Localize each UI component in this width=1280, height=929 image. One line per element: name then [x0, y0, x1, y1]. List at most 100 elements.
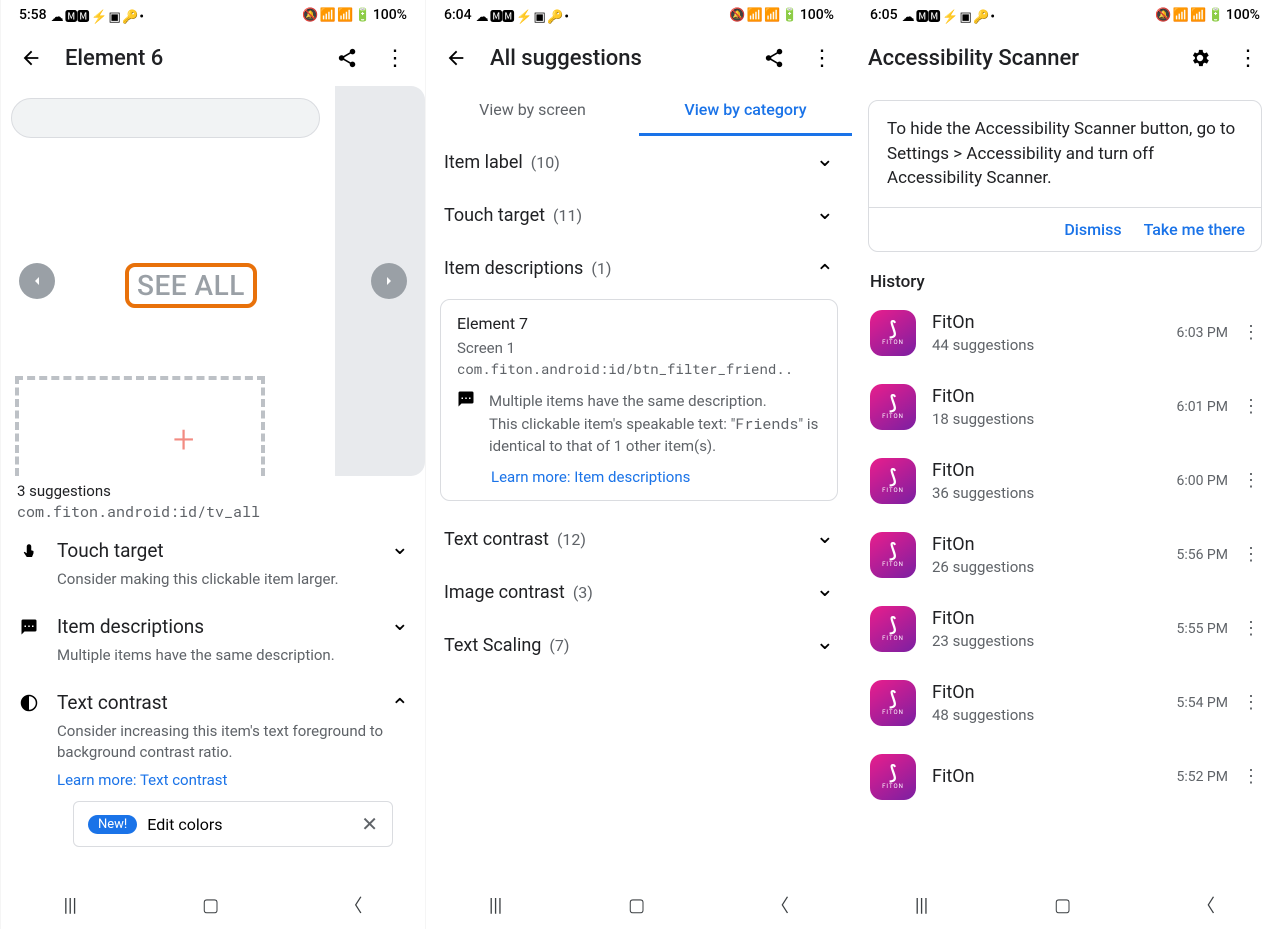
suggestion-detail-card[interactable]: Element 7 Screen 1 com.fiton.android:id/… — [440, 299, 838, 501]
element-title: Element 7 — [457, 314, 821, 333]
back-button[interactable]: 〈 — [1197, 892, 1215, 918]
category-count: (3) — [573, 583, 593, 602]
phone-scanner-home: 6:05 ☁ 🅼🅼 ⚡ ▣ 🔑 • 🔕 📶 📶 🔋 100% Accessibi… — [852, 0, 1278, 929]
battery-text: 100% — [1226, 7, 1260, 23]
recents-button[interactable]: ||| — [915, 895, 928, 916]
category-count: (11) — [553, 206, 582, 225]
history-time: 6:03 PM — [1176, 325, 1228, 341]
back-icon[interactable] — [442, 44, 470, 72]
edit-colors-label[interactable]: Edit colors — [147, 815, 351, 834]
share-icon[interactable] — [333, 44, 361, 72]
app-icon: ⟆FITON — [870, 458, 916, 504]
history-app-name: FitOn — [932, 766, 1176, 787]
battery-text: 100% — [373, 7, 407, 23]
category-name: Item label — [444, 152, 523, 173]
dismiss-button[interactable]: Dismiss — [1064, 220, 1121, 239]
history-sub: 26 suggestions — [932, 558, 1176, 576]
category-touch-target[interactable]: Touch target (11) — [426, 189, 852, 242]
category-image-contrast[interactable]: Image contrast (3) — [426, 566, 852, 619]
history-app-name: FitOn — [932, 386, 1176, 407]
home-button[interactable]: ▢ — [202, 895, 219, 916]
phone-element-detail: 5:58 ☁ 🅼🅼 ⚡ ▣ 🔑 • 🔕 📶 📶 🔋 100% Element 6… — [0, 0, 426, 929]
history-app-name: FitOn — [932, 312, 1176, 333]
status-time: 6:05 — [870, 7, 898, 23]
status-left-icons: ☁ 🅼🅼 ⚡ ▣ 🔑 • — [902, 6, 994, 25]
history-more-icon[interactable]: ⋮ — [1236, 544, 1266, 565]
element-meta: 3 suggestions com.fiton.android:id/tv_al… — [1, 476, 425, 524]
history-more-icon[interactable]: ⋮ — [1236, 766, 1266, 787]
history-more-icon[interactable]: ⋮ — [1236, 618, 1266, 639]
history-item[interactable]: ⟆FITON FitOn 48 suggestions5:54 PM ⋮ — [852, 666, 1278, 740]
history-item[interactable]: ⟆FITONFitOn26 suggestions5:56 PM⋮ — [852, 518, 1278, 592]
history-app-name: FitOn — [932, 534, 1176, 555]
category-text-contrast[interactable]: Text contrast (12) — [426, 513, 852, 566]
category-count: (1) — [591, 259, 611, 278]
take-me-there-button[interactable]: Take me there — [1144, 220, 1245, 239]
category-item-descriptions[interactable]: Item descriptions (1) — [426, 242, 852, 295]
chevron-down-icon — [816, 633, 834, 658]
settings-icon[interactable] — [1186, 44, 1214, 72]
page-title: Element 6 — [65, 46, 313, 71]
comment-icon — [17, 618, 41, 636]
chevron-down-icon — [816, 580, 834, 605]
history-more-icon[interactable]: ⋮ — [1236, 322, 1266, 343]
recents-button[interactable]: ||| — [489, 895, 502, 916]
edit-colors-card: New! Edit colors ✕ — [73, 801, 393, 847]
page-title: All suggestions — [490, 46, 740, 71]
suggestion-desc: Consider increasing this item's text for… — [57, 721, 409, 763]
app-icon: ⟆FITON — [870, 680, 916, 726]
more-icon[interactable]: ⋮ — [381, 44, 409, 72]
back-button[interactable]: 〈 — [771, 892, 789, 918]
back-button[interactable]: 〈 — [344, 892, 362, 918]
home-button[interactable]: ▢ — [1054, 895, 1071, 916]
status-bar: 6:05 ☁ 🅼🅼 ⚡ ▣ 🔑 • 🔕 📶 📶 🔋 100% — [852, 0, 1278, 30]
history-time: 5:55 PM — [1176, 621, 1228, 637]
info-card: To hide the Accessibility Scanner button… — [868, 100, 1262, 252]
history-item[interactable]: ⟆FITONFitOn5:52 PM⋮ — [852, 740, 1278, 814]
home-button[interactable]: ▢ — [628, 895, 645, 916]
history-more-icon[interactable]: ⋮ — [1236, 470, 1266, 491]
history-item[interactable]: ⟆FITONFitOn18 suggestions6:01 PM⋮ — [852, 370, 1278, 444]
category-name: Text Scaling — [444, 635, 541, 656]
history-sub: 44 suggestions — [932, 336, 1176, 354]
info-actions: Dismiss Take me there — [869, 207, 1261, 251]
history-item[interactable]: ⟆FITONFitOn23 suggestions5:55 PM⋮ — [852, 592, 1278, 666]
history-item[interactable]: ⟆FITONFitOn44 suggestions6:03 PM⋮ — [852, 296, 1278, 370]
next-element-button[interactable] — [371, 263, 407, 299]
contrast-icon — [17, 694, 41, 712]
learn-more-link[interactable]: Learn more: Text contrast — [57, 771, 409, 789]
tab-view-by-category[interactable]: View by category — [639, 86, 852, 136]
close-icon[interactable]: ✕ — [361, 812, 378, 836]
history-time: 5:54 PM — [1176, 695, 1228, 711]
suggestion-text-contrast[interactable]: Text contrast Consider increasing this i… — [1, 676, 425, 857]
suggestion-item-descriptions[interactable]: Item descriptions Multiple items have th… — [1, 600, 425, 676]
history-more-icon[interactable]: ⋮ — [1236, 396, 1266, 417]
resource-id: com.fiton.android:id/tv_all — [17, 502, 409, 522]
prev-element-button[interactable] — [19, 263, 55, 299]
suggestion-touch-target[interactable]: Touch target Consider making this clicka… — [1, 524, 425, 600]
history-sub: 48 suggestions — [932, 706, 1176, 724]
plus-icon: + — [173, 418, 194, 462]
category-count: (7) — [549, 636, 569, 655]
history-more-icon[interactable]: ⋮ — [1236, 692, 1266, 713]
more-icon[interactable]: ⋮ — [1234, 44, 1262, 72]
category-name: Item descriptions — [444, 258, 583, 279]
share-icon[interactable] — [760, 44, 788, 72]
category-text-scaling[interactable]: Text Scaling (7) — [426, 619, 852, 672]
detail-line1: Multiple items have the same description… — [489, 390, 821, 413]
page-title: Accessibility Scanner — [868, 46, 1166, 71]
back-icon[interactable] — [17, 44, 45, 72]
app-icon: ⟆FITON — [870, 606, 916, 652]
tab-view-by-screen[interactable]: View by screen — [426, 86, 639, 136]
detail-text: Multiple items have the same description… — [489, 390, 821, 458]
history-item[interactable]: ⟆FITONFitOn36 suggestions6:00 PM⋮ — [852, 444, 1278, 518]
learn-more-link[interactable]: Learn more: Item descriptions — [491, 468, 821, 486]
touch-icon — [17, 542, 41, 560]
more-icon[interactable]: ⋮ — [808, 44, 836, 72]
history-app-name: FitOn — [932, 682, 1176, 703]
suggestion-count: 3 suggestions — [17, 482, 409, 500]
suggestion-desc: Multiple items have the same description… — [57, 645, 409, 666]
category-item-label[interactable]: Item label (10) — [426, 136, 852, 189]
info-text: To hide the Accessibility Scanner button… — [869, 101, 1261, 207]
recents-button[interactable]: ||| — [64, 895, 77, 916]
